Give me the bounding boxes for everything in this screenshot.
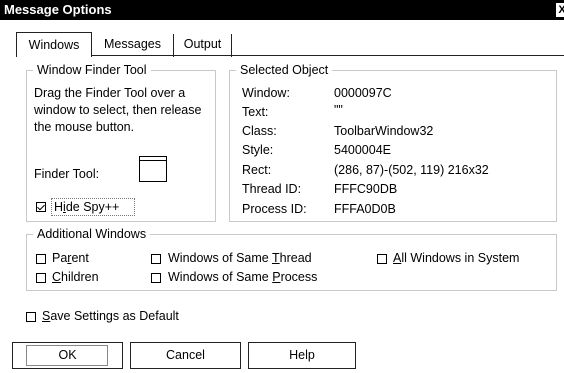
- tab-messages[interactable]: Messages: [92, 34, 174, 57]
- finder-tool-icon[interactable]: [139, 156, 167, 182]
- parent-checkbox[interactable]: [36, 254, 46, 264]
- all-windows-checkbox[interactable]: [377, 254, 387, 264]
- tab-divider: [92, 55, 564, 56]
- close-icon[interactable]: X: [556, 3, 564, 17]
- save-settings-label[interactable]: Save Settings as Default: [42, 309, 179, 324]
- parent-label[interactable]: Parent: [52, 251, 89, 266]
- label-window: Window:: [242, 86, 290, 100]
- label-rect: Rect:: [242, 163, 272, 177]
- value-style: 5400004E: [334, 143, 392, 157]
- finder-instructions-line3: the mouse button.: [34, 120, 135, 134]
- same-thread-checkbox[interactable]: [151, 254, 161, 264]
- children-label[interactable]: Children: [52, 270, 99, 285]
- label-thread-id: Thread ID:: [242, 182, 302, 196]
- value-class: ToolbarWindow32: [334, 124, 434, 138]
- same-process-label[interactable]: Windows of Same Process: [168, 270, 317, 285]
- value-window: 0000097C: [334, 86, 392, 100]
- selected-object-title: Selected Object: [236, 63, 333, 77]
- finder-instructions-line2: window to select, then release: [34, 103, 202, 117]
- tab-output[interactable]: Output: [174, 34, 232, 57]
- save-settings-checkbox[interactable]: [26, 312, 36, 322]
- value-text: "": [334, 103, 343, 117]
- ok-focus-indicator: [26, 345, 108, 366]
- finder-tool-label: Finder Tool:: [34, 167, 100, 181]
- window-title: Message Options: [4, 2, 112, 17]
- value-rect: (286, 87)-(502, 119) 216x32: [334, 163, 489, 177]
- window-finder-title: Window Finder Tool: [33, 63, 151, 77]
- same-process-checkbox[interactable]: [151, 273, 161, 283]
- additional-windows-title: Additional Windows: [33, 227, 151, 241]
- label-style: Style:: [242, 143, 274, 157]
- all-windows-label[interactable]: All Windows in System: [393, 251, 519, 266]
- value-thread-id: FFFC90DB: [334, 182, 398, 196]
- finder-instructions-line1: Drag the Finder Tool over a: [34, 86, 186, 100]
- label-class: Class:: [242, 124, 277, 138]
- title-bar: Message Options X: [0, 0, 564, 20]
- tab-windows[interactable]: Windows: [16, 32, 92, 57]
- hide-spy-checkbox[interactable]: [36, 202, 46, 212]
- hide-spy-label[interactable]: Hide Spy++: [54, 200, 119, 215]
- label-text: Text:: [242, 105, 269, 119]
- cancel-button[interactable]: Cancel: [130, 342, 241, 369]
- value-process-id: FFFA0D0B: [334, 202, 396, 216]
- children-checkbox[interactable]: [36, 273, 46, 283]
- message-options-dialog: Message Options X Windows Messages Outpu…: [0, 0, 564, 373]
- help-button[interactable]: Help: [248, 342, 356, 369]
- same-thread-label[interactable]: Windows of Same Thread: [168, 251, 312, 266]
- label-process-id: Process ID:: [242, 202, 307, 216]
